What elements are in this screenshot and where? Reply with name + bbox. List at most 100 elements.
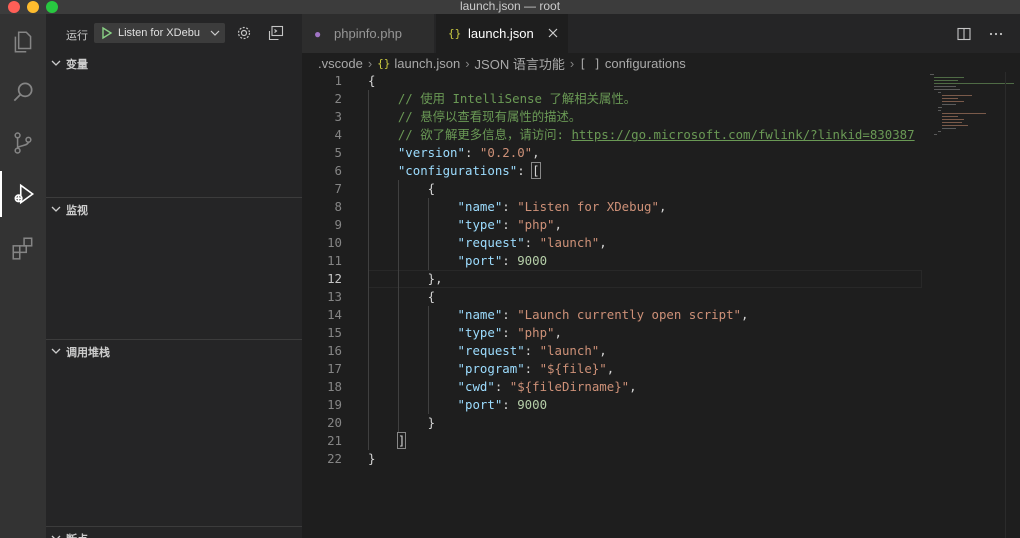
code-line[interactable]: 11 "port": 9000 [302, 252, 1020, 270]
code-token: , [554, 325, 562, 340]
close-icon[interactable] [548, 28, 558, 38]
code-token: , [629, 379, 637, 394]
line-content: } [368, 450, 375, 468]
code-token: : [502, 397, 518, 412]
code-line[interactable]: 15 "type": "php", [302, 324, 1020, 342]
php-elephant-icon: ● [314, 27, 322, 41]
code-line[interactable]: 1{ [302, 72, 1020, 90]
launch-config-select[interactable]: Listen for XDebu [94, 23, 225, 43]
chevron-right-icon: › [569, 56, 575, 71]
line-content: }, [368, 270, 443, 288]
chevron-down-icon [51, 348, 61, 354]
run-debug-icon[interactable] [0, 171, 46, 217]
line-number: 6 [334, 163, 342, 178]
code-line[interactable]: 17 "program": "${file}", [302, 360, 1020, 378]
code-token: 9000 [517, 253, 548, 268]
code-line[interactable]: 22} [302, 450, 1020, 468]
activity-bar [0, 14, 46, 538]
tab-launch-json[interactable]: {} launch.json [436, 14, 568, 53]
breadcrumb-folder[interactable]: .vscode [318, 56, 363, 71]
variables-section-header[interactable]: 变量 [46, 52, 302, 74]
code-token: }, [368, 271, 443, 286]
code-token: "${fileDirname}" [509, 379, 630, 394]
line-content: "request": "launch", [368, 234, 607, 252]
gear-icon[interactable] [236, 25, 252, 41]
code-token: : [524, 361, 540, 376]
scrollbar-ruler[interactable] [1005, 72, 1006, 538]
code-token: // 欲了解更多信息，请访问: [397, 127, 572, 142]
line-content: // 悬停以查看现有属性的描述。 [368, 108, 581, 126]
code-token[interactable]: https://go.microsoft.com/fwlink/?linkid=… [571, 127, 914, 142]
code-token: "version" [397, 145, 465, 160]
code-token: : [502, 325, 518, 340]
chevron-down-icon [51, 535, 61, 538]
start-debug-icon[interactable] [99, 26, 113, 40]
code-token: "request" [457, 343, 525, 358]
run-label: 运行 [66, 30, 88, 42]
code-line[interactable]: 12 }, [302, 270, 1020, 288]
code-line[interactable]: 4 // 欲了解更多信息，请访问: https://go.microsoft.c… [302, 126, 1020, 144]
code-line[interactable]: 7 { [302, 180, 1020, 198]
more-actions-icon[interactable] [988, 26, 1004, 42]
line-content: "name": "Listen for XDebug", [368, 198, 667, 216]
code-line[interactable]: 8 "name": "Listen for XDebug", [302, 198, 1020, 216]
code-token: "php" [517, 217, 555, 232]
line-number: 12 [327, 271, 342, 286]
code-line[interactable]: 18 "cwd": "${fileDirname}", [302, 378, 1020, 396]
line-number: 14 [327, 307, 342, 322]
code-line[interactable]: 9 "type": "php", [302, 216, 1020, 234]
code-token: "configurations" [397, 163, 518, 178]
split-editor-icon[interactable] [956, 26, 972, 42]
line-number: 4 [334, 127, 342, 142]
code-line[interactable]: 16 "request": "launch", [302, 342, 1020, 360]
code-line[interactable]: 2 // 使用 IntelliSense 了解相关属性。 [302, 90, 1020, 108]
source-control-icon[interactable] [0, 120, 46, 166]
code-line[interactable]: 10 "request": "launch", [302, 234, 1020, 252]
line-content: "port": 9000 [368, 252, 548, 270]
explorer-icon[interactable] [0, 19, 46, 65]
breadcrumb-node[interactable]: configurations [605, 56, 686, 71]
code-line[interactable]: 3 // 悬停以查看现有属性的描述。 [302, 108, 1020, 126]
indent-guide [427, 306, 429, 414]
debug-console-icon[interactable] [268, 25, 284, 41]
line-number: 17 [327, 361, 342, 376]
line-number: 18 [327, 379, 342, 394]
tab-label: phpinfo.php [334, 26, 402, 41]
window-title: launch.json — root [459, 0, 561, 13]
tab-phpinfo[interactable]: ● phpinfo.php [302, 14, 435, 53]
code-token: } [368, 451, 376, 466]
code-line[interactable]: 20 } [302, 414, 1020, 432]
code-token: : [502, 307, 518, 322]
code-line[interactable]: 13 { [302, 288, 1020, 306]
breakpoints-section-header[interactable]: 断点 [46, 526, 302, 538]
minimap[interactable] [928, 72, 1020, 138]
code-token: , [532, 145, 540, 160]
call-stack-section-header[interactable]: 调用堆栈 [46, 339, 302, 362]
breadcrumb-file[interactable]: launch.json [394, 56, 460, 71]
breadcrumb-language[interactable]: JSON 语言功能 [475, 54, 565, 73]
line-number: 5 [334, 145, 342, 160]
code-line[interactable]: 21 ] [302, 432, 1020, 450]
code-token: "cwd" [457, 379, 495, 394]
code-token: [ [531, 162, 541, 179]
code-line[interactable]: 19 "port": 9000 [302, 396, 1020, 414]
watch-section-header[interactable]: 监视 [46, 197, 302, 220]
array-brackets-icon: [ ] [579, 56, 601, 71]
code-line[interactable]: 5 "version": "0.2.0", [302, 144, 1020, 162]
search-icon[interactable] [0, 69, 46, 115]
line-number: 19 [327, 397, 342, 412]
line-number: 3 [334, 109, 342, 124]
code-token: , [658, 199, 667, 214]
line-content: // 使用 IntelliSense 了解相关属性。 [368, 90, 636, 108]
code-line[interactable]: 6 "configurations": [ [302, 162, 1020, 180]
extensions-icon[interactable] [0, 225, 46, 271]
code-line[interactable]: 14 "name": "Launch currently open script… [302, 306, 1020, 324]
code-token: "request" [457, 235, 525, 250]
section-title: 调用堆栈 [66, 347, 110, 359]
code-token: "launch" [539, 343, 600, 358]
code-token: // 使用 IntelliSense 了解相关属性。 [397, 91, 637, 106]
chevron-down-icon [210, 30, 220, 36]
